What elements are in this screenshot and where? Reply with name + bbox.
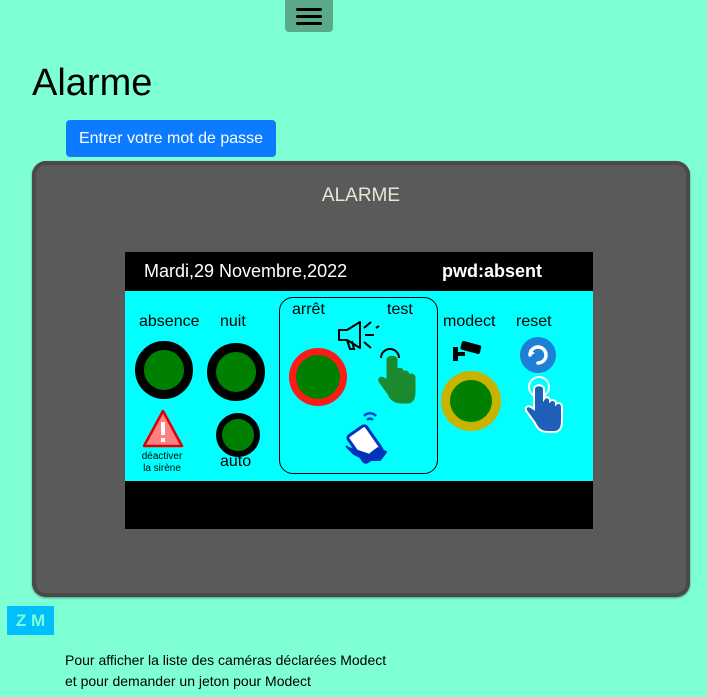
absence-label: absence [139, 313, 200, 330]
screen-header: Mardi,29 Novembre,2022 pwd:absent [125, 252, 593, 290]
auto-label: auto [220, 453, 252, 470]
hamburger-icon [296, 8, 322, 25]
reset-label: reset [516, 313, 552, 330]
zm-button[interactable]: Z M [7, 606, 54, 635]
deactivate-siren-label: déactiver la sirène [141, 451, 183, 474]
modect-info-text: Pour afficher la liste des caméras décla… [65, 650, 386, 692]
nuit-label: nuit [220, 313, 246, 330]
reset-icon[interactable] [518, 336, 558, 374]
camera-icon [453, 340, 482, 361]
info-line-1: Pour afficher la liste des caméras décla… [65, 652, 387, 668]
enter-password-button[interactable]: Entrer votre mot de passe [66, 120, 276, 157]
modect-label: modect [443, 313, 496, 330]
test-hand-icon[interactable] [375, 346, 417, 406]
stop-button[interactable] [289, 348, 347, 406]
phone-remote-icon[interactable] [340, 408, 396, 464]
info-line-2: et pour demander un jeton pour Modect [65, 673, 311, 689]
pwd-status: pwd:absent [442, 261, 543, 281]
arret-label: arrêt [292, 301, 325, 318]
auto-button[interactable] [216, 413, 260, 457]
absence-button[interactable] [135, 341, 193, 399]
control-area: absence nuit déactiver la sirène auto ar… [125, 291, 593, 481]
nuit-button[interactable] [207, 343, 265, 401]
warning-icon[interactable] [142, 409, 184, 449]
menu-button[interactable] [285, 0, 333, 32]
alarm-panel: ALARME Mardi,29 Novembre,2022 pwd:absent… [32, 161, 690, 597]
test-label: test [387, 301, 413, 318]
alarm-screen: Mardi,29 Novembre,2022 pwd:absent absenc… [125, 252, 593, 529]
reset-hand-icon[interactable] [521, 375, 565, 435]
date-label: Mardi,29 Novembre,2022 [144, 261, 348, 281]
panel-title: ALARME [321, 185, 401, 206]
modect-button[interactable] [441, 371, 501, 431]
stop-test-group: arrêt test [279, 297, 438, 474]
page-title: Alarme [32, 62, 153, 104]
